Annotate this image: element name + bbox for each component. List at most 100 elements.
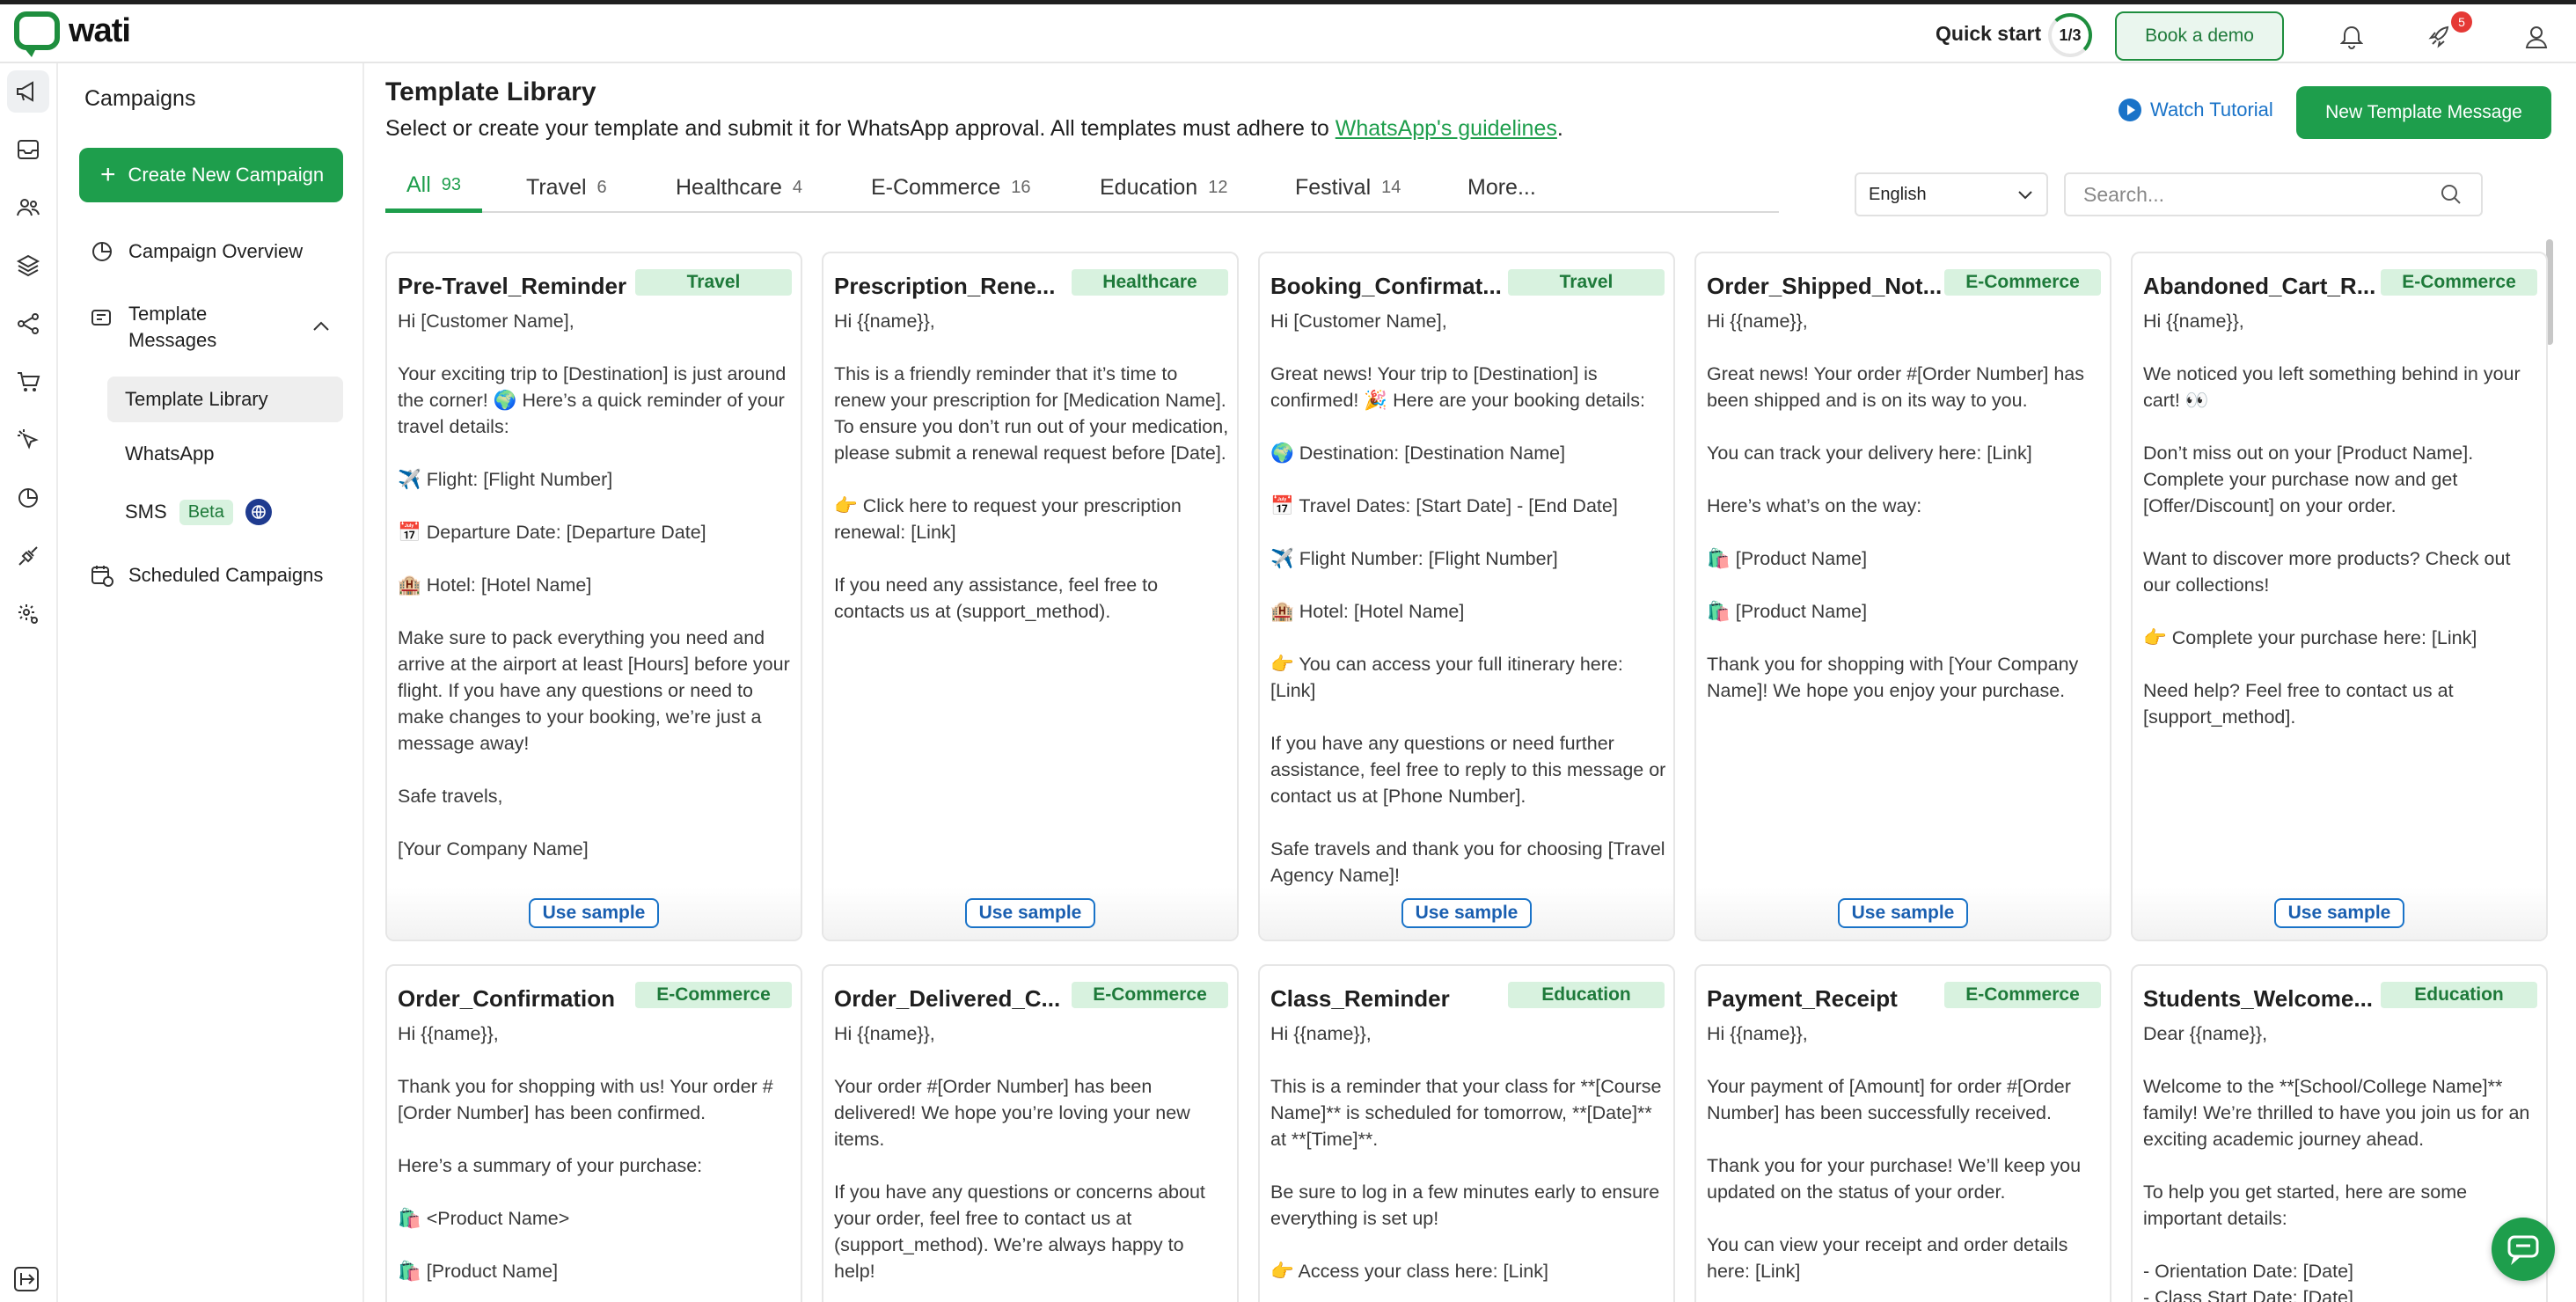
sidebar-item-campaign-overview[interactable]: Campaign Overview — [90, 239, 303, 264]
template-card[interactable]: Order_Shipped_Not... E-Commerce Hi {{name}… — [1694, 252, 2111, 941]
template-title: Order_Confirmation — [398, 985, 616, 1012]
tab-count: 12 — [1208, 177, 1228, 197]
megaphone-icon[interactable] — [7, 70, 49, 113]
use-sample-button[interactable]: Use sample — [528, 898, 660, 928]
page-title: Template Library — [385, 77, 596, 106]
logo[interactable]: wati — [14, 11, 131, 57]
template-card[interactable]: Pre-Travel_Reminder Travel Hi [Customer Na… — [385, 252, 802, 941]
click-icon[interactable] — [7, 419, 49, 461]
settings-icon[interactable] — [7, 593, 49, 635]
sidebar-item-label: SMS — [125, 501, 167, 523]
layers-icon[interactable] — [7, 245, 49, 287]
sidebar-item-template-library[interactable]: Template Library — [107, 377, 343, 422]
cart-icon[interactable] — [7, 361, 49, 403]
tab-all[interactable]: All 93 — [385, 162, 483, 213]
template-body-paragraph: To help you get started, here are some i… — [2143, 1181, 2468, 1229]
quick-start-progress[interactable]: 1/3 — [2048, 13, 2092, 57]
quick-start-label[interactable]: Quick start — [1936, 22, 2041, 46]
sidebar-item-sms[interactable]: SMS Beta — [107, 489, 343, 535]
use-sample-button[interactable]: Use sample — [2273, 898, 2405, 928]
tab-label: E-Commerce — [871, 174, 1001, 200]
template-card[interactable]: Order_Delivered_C... E-Commerce Hi {{name}… — [822, 964, 1239, 1302]
template-body-paragraph: 👉 You can access your full itinerary her… — [1270, 654, 1623, 701]
tab-label: Education — [1100, 174, 1198, 200]
template-body-paragraph: Hi {{name}}, — [834, 311, 935, 332]
tab-education[interactable]: Education 12 — [1100, 162, 1227, 213]
template-title: Prescription_Rene... — [834, 273, 1056, 299]
tab-count: 6 — [596, 177, 607, 197]
category-tag: Education — [2381, 982, 2537, 1008]
template-card[interactable]: Payment_Receipt E-Commerce Hi {{name}}, You… — [1694, 964, 2111, 1302]
book-demo-button[interactable]: Book a demo — [2115, 11, 2284, 61]
sidebar-item-template-messages[interactable]: Template Messages — [90, 301, 234, 354]
tab-e-commerce[interactable]: E-Commerce 16 — [871, 162, 1031, 213]
new-template-message-button[interactable]: New Template Message — [2296, 86, 2551, 139]
sidebar-item-whatsapp[interactable]: WhatsApp — [107, 431, 343, 477]
template-body-paragraph: Here’s what’s on the way: — [1707, 495, 1922, 516]
template-body-paragraph: Thank you for your purchase! We’ll keep … — [1707, 1155, 2082, 1203]
chat-support-button[interactable] — [2492, 1218, 2555, 1281]
template-body-paragraph: Hi {{name}}, — [1270, 1023, 1372, 1044]
inbox-icon[interactable] — [7, 128, 49, 171]
tab-travel[interactable]: Travel 6 — [526, 162, 607, 213]
template-body-paragraph: Great news! Your trip to [Destination] i… — [1270, 363, 1645, 411]
integrations-icon[interactable] — [7, 535, 49, 577]
template-card[interactable]: Students_Welcome... Education Dear {{name}… — [2131, 964, 2548, 1302]
analytics-pie-icon[interactable] — [7, 477, 49, 519]
bell-icon[interactable] — [2337, 22, 2367, 52]
template-body-paragraph: Hi {{name}}, — [398, 1023, 499, 1044]
template-card[interactable]: Abandoned_Cart_R... E-Commerce Hi {{name}}… — [2131, 252, 2548, 941]
template-body-paragraph: 📅 Travel Dates: [Start Date] - [End Date… — [1270, 495, 1618, 516]
category-tag: Education — [1508, 982, 1665, 1008]
use-sample-button[interactable]: Use sample — [1837, 898, 1969, 928]
watch-tutorial-link[interactable]: Watch Tutorial — [2119, 99, 2273, 121]
card-footer: Use sample — [387, 887, 801, 940]
template-body-paragraph: Dear {{name}}, — [2143, 1023, 2268, 1044]
wati-logo-icon — [14, 11, 60, 57]
template-body-paragraph: 🏨 Hotel: [Hotel Name] — [1270, 601, 1465, 622]
template-card[interactable]: Prescription_Rene... Healthcare Hi {{name}… — [822, 252, 1239, 941]
template-body-paragraph: Safe travels, — [398, 786, 503, 807]
tab-count: 16 — [1011, 177, 1031, 197]
template-card[interactable]: Order_Confirmation E-Commerce Hi {{name}},… — [385, 964, 802, 1302]
template-body-paragraph: 👉 Complete your purchase here: [Link] — [2143, 627, 2477, 648]
template-body-paragraph: This is a friendly reminder that it’s ti… — [834, 363, 1229, 464]
template-title: Payment_Receipt — [1707, 985, 1898, 1012]
template-card[interactable]: Class_Reminder Education Hi {{name}}, This … — [1258, 964, 1675, 1302]
tab-healthcare[interactable]: Healthcare 4 — [676, 162, 802, 213]
sidebar-item-scheduled-campaigns[interactable]: Scheduled Campaigns — [90, 563, 323, 588]
create-new-campaign-label: Create New Campaign — [128, 164, 325, 186]
template-body-paragraph: If you have any questions or concerns ab… — [834, 1181, 1205, 1282]
template-card[interactable]: Booking_Confirmat... Travel Hi [Customer N… — [1258, 252, 1675, 941]
tab-count: 4 — [792, 177, 803, 197]
template-body-paragraph: Hi {{name}}, — [834, 1023, 935, 1044]
use-sample-button[interactable]: Use sample — [1401, 898, 1533, 928]
create-new-campaign-button[interactable]: + Create New Campaign — [79, 148, 343, 202]
category-tag: E-Commerce — [1072, 982, 1228, 1008]
expand-sidebar-icon[interactable] — [12, 1265, 40, 1293]
template-body-paragraph: Your payment of [Amount] for order #[Ord… — [1707, 1076, 2071, 1123]
chevron-up-icon[interactable] — [311, 320, 331, 337]
search-icon[interactable] — [2439, 182, 2463, 207]
template-body-paragraph: Hi {{name}}, — [1707, 1023, 1808, 1044]
whatsapp-guidelines-link[interactable]: WhatsApp's guidelines — [1336, 116, 1557, 141]
user-profile-icon[interactable] — [2521, 22, 2551, 52]
flow-icon[interactable] — [7, 303, 49, 345]
contacts-icon[interactable] — [7, 187, 49, 229]
search-input[interactable] — [2083, 182, 2418, 207]
template-body-paragraph: Need help? Feel free to contact us at [s… — [2143, 680, 2454, 728]
main-content: Template Library Select or create your t… — [364, 63, 2576, 1302]
sidebar-item-label: Campaign Overview — [128, 240, 304, 262]
tab-more[interactable]: More... — [1467, 162, 1536, 213]
tab-festival[interactable]: Festival 14 — [1295, 162, 1401, 213]
language-select[interactable]: English — [1855, 172, 2048, 216]
rocket-icon[interactable] — [2425, 22, 2455, 52]
category-tag: Travel — [635, 269, 792, 296]
template-body-paragraph: [Your Company Name] — [398, 838, 589, 859]
template-body: Dear {{name}}, Welcome to the **[School/C… — [2143, 1020, 2539, 1302]
card-footer: Use sample — [823, 887, 1237, 940]
use-sample-button[interactable]: Use sample — [964, 898, 1096, 928]
tab-label: Festival — [1295, 174, 1372, 200]
card-footer: Use sample — [1696, 887, 2110, 940]
template-body-paragraph: 📅 Departure Date: [Departure Date] — [398, 522, 706, 543]
